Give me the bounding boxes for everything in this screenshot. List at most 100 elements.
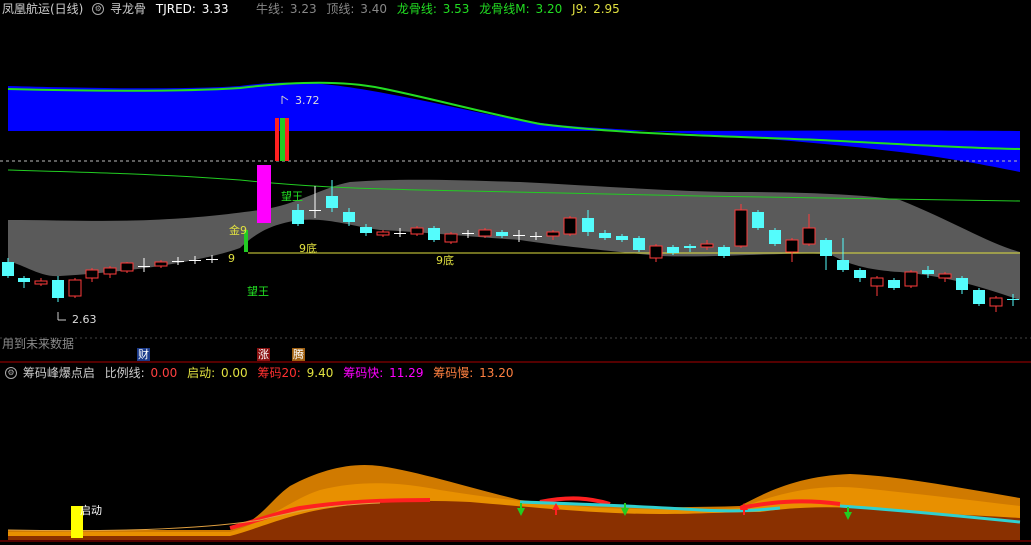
candle [530, 236, 542, 237]
candle [989, 297, 1003, 307]
settings-circle-icon[interactable]: ⚙ [92, 2, 105, 15]
bottom-header: ⚙ 筹码峰爆点启 比例线: 0.00 启动: 0.00 筹码20: 9.40 筹… [2, 365, 516, 381]
chip20-label: 筹码20: [257, 366, 301, 380]
indicator-name[interactable]: 寻龙骨 [110, 2, 146, 16]
niu-value: 3.23 [289, 2, 317, 16]
fast-value: 11.29 [389, 366, 424, 380]
candle [938, 273, 952, 279]
candle [394, 233, 406, 234]
candle [1007, 299, 1019, 300]
candle [120, 262, 134, 272]
green-bar [280, 118, 285, 161]
magenta-bar [257, 165, 271, 223]
high-price-label: 3.72 [295, 94, 320, 107]
candle [785, 239, 799, 253]
candle [734, 209, 748, 247]
fast-label: 筹码快: [343, 366, 384, 380]
stock-title[interactable]: 凤凰航运(日线) [2, 2, 83, 16]
j9-label: J9: [572, 2, 588, 16]
low-price-label: 2.63 [72, 313, 97, 326]
chip-indicator-name[interactable]: 筹码峰爆点启 [23, 366, 95, 380]
top-header-values: 牛线: 3.23 顶线: 3.40 龙骨线: 3.53 龙骨线M: 3.20 J… [256, 1, 622, 17]
longgu-value: 3.53 [442, 2, 470, 16]
price-chart[interactable] [0, 0, 1031, 545]
candle [292, 210, 304, 224]
candle [888, 280, 900, 288]
start-signal-label: 启动 [80, 504, 102, 517]
candle [343, 212, 355, 222]
candle [582, 218, 594, 232]
candle [189, 260, 201, 261]
candle [376, 231, 390, 236]
candle [802, 227, 816, 245]
candle [309, 210, 321, 211]
red-bar [275, 118, 279, 161]
candle [870, 277, 884, 287]
candle [52, 280, 64, 298]
candle [326, 196, 338, 208]
candle [854, 270, 866, 278]
candle [973, 290, 985, 304]
candle [546, 231, 560, 237]
gray-band [8, 179, 1020, 300]
candle [837, 260, 849, 270]
longgum-value: 3.20 [535, 2, 563, 16]
candle [684, 246, 696, 248]
candle [769, 230, 781, 244]
tjred-value: 3.33 [201, 2, 229, 16]
future-data-note: 用到未来数据 [2, 337, 75, 351]
low-marker [57, 312, 66, 321]
candle [633, 238, 645, 250]
candle [138, 266, 150, 267]
candle [616, 236, 628, 240]
candle [444, 233, 458, 243]
candle [410, 227, 424, 235]
candle [599, 233, 611, 238]
wangwang-top-label: 望王 [281, 190, 303, 203]
cai-tag[interactable]: 财 [137, 348, 150, 361]
candle [752, 212, 764, 228]
candle [820, 240, 832, 256]
longgum-label: 龙骨线M: [479, 2, 530, 16]
slow-label: 筹码慢: [433, 366, 474, 380]
candle [154, 261, 168, 267]
blue-band [8, 82, 1020, 172]
start-value: 0.00 [220, 366, 248, 380]
candle [956, 278, 968, 290]
chip20-value: 9.40 [306, 366, 334, 380]
candle [718, 247, 730, 256]
zhang-tag[interactable]: 涨 [257, 348, 270, 361]
candle [172, 261, 184, 262]
candle [360, 227, 372, 233]
candle [904, 271, 918, 287]
jin9-label: 金9 [229, 224, 247, 237]
ding-label: 顶线: [326, 2, 355, 16]
slow-value: 13.20 [479, 366, 514, 380]
settings-circle-icon[interactable]: ⚙ [5, 366, 17, 379]
ratio-label: 比例线: [104, 366, 145, 380]
tjred-label: TJRED: [155, 2, 196, 16]
candle [85, 269, 99, 279]
longgu-label: 龙骨线: [396, 2, 437, 16]
candle [700, 243, 714, 248]
nine-bottom-label-2: 9底 [436, 254, 454, 267]
candle [513, 235, 525, 236]
candle [922, 270, 934, 274]
j9-value: 2.95 [593, 2, 620, 16]
candle [34, 280, 48, 285]
candle [462, 233, 474, 234]
candle [478, 229, 492, 237]
start-label: 启动: [187, 366, 216, 380]
red-bar [285, 118, 289, 161]
ratio-value: 0.00 [150, 366, 178, 380]
candle [206, 259, 218, 260]
candle [68, 279, 82, 297]
candle [496, 232, 508, 236]
candle [103, 267, 117, 275]
nine-bottom-label-1: 9底 [299, 242, 317, 255]
candle [428, 228, 440, 240]
ding-value: 3.40 [360, 2, 388, 16]
wangwang-bottom-label: 望王 [247, 285, 269, 298]
candle [667, 247, 679, 253]
teng-tag[interactable]: 腾 [292, 348, 305, 361]
